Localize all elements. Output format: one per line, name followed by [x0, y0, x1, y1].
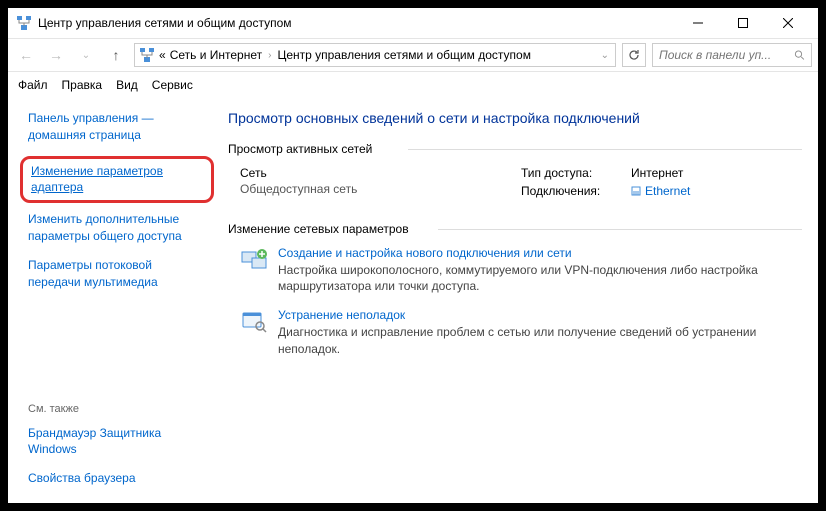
network-name: Сеть [240, 166, 521, 180]
sidebar-home[interactable]: Панель управления — домашняя страница [28, 110, 206, 144]
chevron-down-icon[interactable]: ⌄ [599, 50, 611, 61]
action-new-connection: Создание и настройка нового подключения … [228, 246, 802, 294]
ethernet-icon [631, 185, 641, 197]
breadcrumb-seg[interactable]: Сеть и Интернет [170, 48, 262, 62]
menu-edit[interactable]: Правка [62, 78, 103, 92]
recent-button[interactable]: ⌄ [74, 43, 98, 67]
content: Панель управления — домашняя страница Из… [8, 98, 818, 503]
sidebar-adapter[interactable]: Изменение параметров адаптера [31, 163, 203, 197]
sidebar-streaming[interactable]: Параметры потоковой передачи мультимедиа [28, 257, 206, 291]
search-input[interactable] [659, 48, 790, 62]
active-networks-label: Просмотр активных сетей [228, 142, 802, 156]
troubleshoot-icon [240, 308, 268, 336]
back-button[interactable]: ← [14, 43, 38, 67]
connections-link[interactable]: Ethernet [631, 184, 690, 198]
network-center-icon [139, 47, 155, 63]
action-new-connection-title[interactable]: Создание и настройка нового подключения … [278, 246, 802, 260]
connections-label: Подключения: [521, 184, 631, 198]
network-center-icon [16, 15, 32, 31]
sidebar-browser[interactable]: Свойства браузера [28, 470, 206, 487]
window: Центр управления сетями и общим доступом… [8, 8, 818, 503]
main-panel: Просмотр основных сведений о сети и наст… [218, 98, 818, 503]
network-grid: Сеть Общедоступная сеть Тип доступа: Инт… [228, 166, 802, 202]
sidebar: Панель управления — домашняя страница Из… [8, 98, 218, 503]
titlebar: Центр управления сетями и общим доступом [8, 8, 818, 38]
menu-tools[interactable]: Сервис [152, 78, 193, 92]
menu-bar: Файл Правка Вид Сервис [8, 72, 818, 98]
action-new-connection-desc: Настройка широкополосного, коммутируемог… [278, 262, 802, 294]
see-also-label: См. также [28, 403, 206, 415]
access-type-label: Тип доступа: [521, 166, 631, 180]
up-button[interactable]: ↑ [104, 43, 128, 67]
menu-view[interactable]: Вид [116, 78, 138, 92]
connections-value: Ethernet [645, 184, 690, 198]
sidebar-sharing[interactable]: Изменить дополнительные параметры общего… [28, 211, 206, 245]
refresh-button[interactable] [622, 43, 646, 67]
new-connection-icon [240, 246, 268, 274]
breadcrumb-seg[interactable]: Центр управления сетями и общим доступом [277, 48, 531, 62]
address-bar: ← → ⌄ ↑ « Сеть и Интернет › Центр управл… [8, 38, 818, 72]
change-settings-label: Изменение сетевых параметров [228, 222, 802, 236]
sidebar-firewall[interactable]: Брандмауэр Защитника Windows [28, 425, 206, 459]
address-box[interactable]: « Сеть и Интернет › Центр управления сет… [134, 43, 616, 67]
network-type: Общедоступная сеть [240, 182, 521, 196]
action-troubleshoot-desc: Диагностика и исправление проблем с сеть… [278, 324, 802, 356]
adapter-highlight: Изменение параметров адаптера [20, 156, 214, 204]
forward-button[interactable]: → [44, 43, 68, 67]
page-heading: Просмотр основных сведений о сети и наст… [228, 110, 802, 126]
action-troubleshoot-title[interactable]: Устранение неполадок [278, 308, 802, 322]
access-type-value: Интернет [631, 166, 683, 180]
chevron-right-icon[interactable]: › [266, 50, 273, 61]
close-button[interactable] [765, 8, 810, 38]
search-box[interactable] [652, 43, 812, 67]
minimize-button[interactable] [675, 8, 720, 38]
menu-file[interactable]: Файл [18, 78, 48, 92]
maximize-button[interactable] [720, 8, 765, 38]
breadcrumb-prefix: « [159, 48, 166, 62]
window-title: Центр управления сетями и общим доступом [38, 16, 675, 30]
search-icon [794, 49, 805, 61]
action-troubleshoot: Устранение неполадок Диагностика и испра… [228, 308, 802, 356]
